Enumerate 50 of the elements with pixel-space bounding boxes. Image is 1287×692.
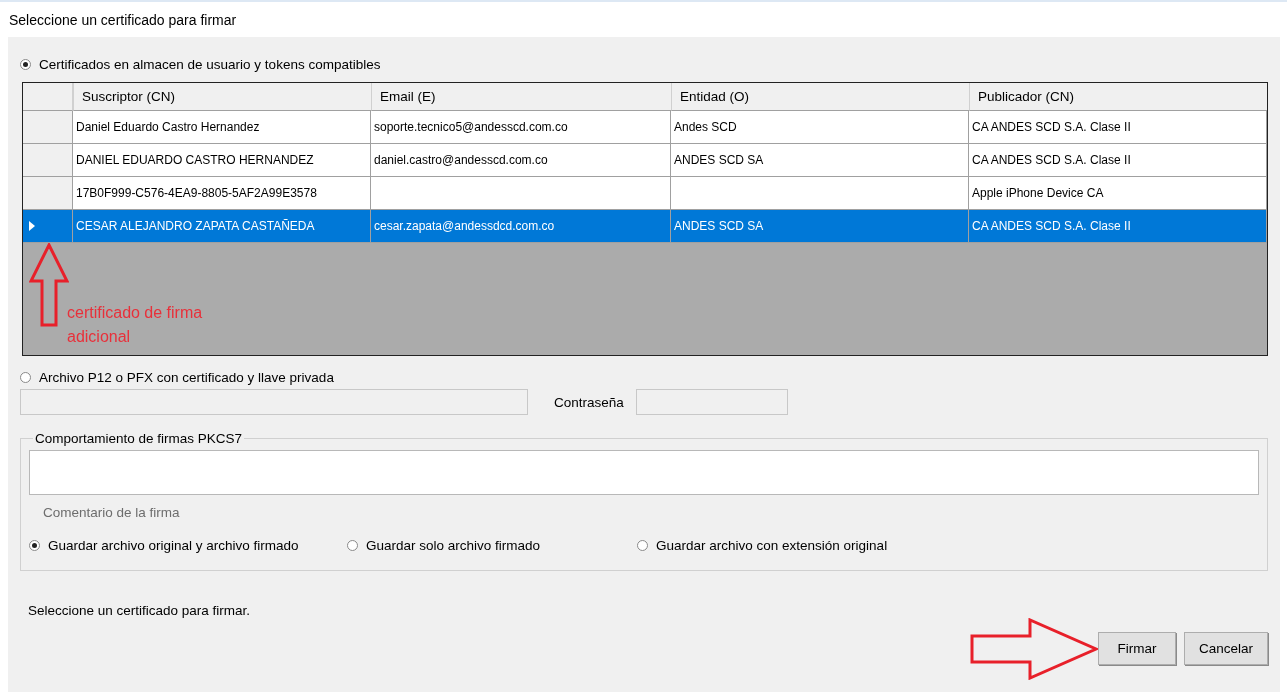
column-header[interactable]: Entidad (O)	[671, 83, 969, 111]
row-header[interactable]	[23, 111, 73, 144]
group-title: Comportamiento de firmas PKCS7	[34, 431, 244, 446]
table-cell: CA ANDES SCD S.A. Clase II	[969, 111, 1267, 144]
table-cell: soporte.tecnico5@andesscd.com.co	[371, 111, 671, 144]
store-radio[interactable]: Certificados en almacen de usuario y tokens compatibles	[20, 57, 1268, 72]
save-option-radio[interactable]: Guardar solo archivo firmado	[347, 538, 637, 553]
radio-icon[interactable]	[637, 540, 648, 551]
row-header[interactable]	[23, 210, 73, 243]
radio-icon[interactable]	[347, 540, 358, 551]
certificate-row[interactable]: CESAR ALEJANDRO ZAPATA CASTAÑEDA cesar.zapata@andessdcd.com.co ANDES SCD SA CA ANDES SCD S.A. Clase II	[23, 210, 1267, 243]
table-cell: daniel.castro@andesscd.com.co	[371, 144, 671, 177]
table-cell: Andes SCD	[671, 111, 969, 144]
annotation-text: certificado de firma adicional	[67, 303, 204, 347]
table-cell: Daniel Eduardo Castro Hernandez	[73, 111, 371, 144]
radio-icon[interactable]	[29, 540, 40, 551]
row-header[interactable]	[23, 177, 73, 210]
table-cell: CA ANDES SCD S.A. Clase II	[969, 144, 1267, 177]
column-header[interactable]: Suscriptor (CN)	[73, 83, 371, 111]
row-pointer-icon	[29, 221, 35, 231]
table-cell: ANDES SCD SA	[671, 210, 969, 243]
status-message: Seleccione un certificado para firmar.	[28, 603, 252, 618]
grid-corner	[23, 83, 73, 111]
certificate-row[interactable]: DANIEL EDUARDO CASTRO HERNANDEZ daniel.castro@andesscd.com.co ANDES SCD SA CA ANDES SCD S.A. Clase II	[23, 144, 1267, 177]
save-option-radio[interactable]: Guardar archivo original y archivo firmado	[29, 538, 347, 553]
file-field[interactable]	[20, 389, 528, 415]
window-title: Seleccione un certificado para firmar	[9, 11, 237, 28]
table-cell: Apple iPhone Device CA	[969, 177, 1267, 210]
save-option-radio[interactable]: Guardar archivo con extensión original	[637, 538, 1037, 553]
column-header[interactable]: Email (E)	[371, 83, 671, 111]
row-header[interactable]	[23, 144, 73, 177]
table-cell: cesar.zapata@andessdcd.com.co	[371, 210, 671, 243]
table-cell: 17B0F999-C576-4EA9-8805-5AF2A99E3578	[73, 177, 371, 210]
radio-icon[interactable]	[20, 372, 31, 383]
column-header[interactable]: Publicador (CN)	[969, 83, 1267, 111]
table-cell: DANIEL EDUARDO CASTRO HERNANDEZ	[73, 144, 371, 177]
certificate-row[interactable]: Daniel Eduardo Castro Hernandez soporte.tecnico5@andesscd.com.co Andes SCD CA ANDES SCD S.A. Clase II	[23, 111, 1267, 144]
comment-field[interactable]	[29, 450, 1259, 495]
up-arrow-icon	[29, 243, 69, 327]
comment-label: Comentario de la firma	[43, 505, 181, 520]
file-radio[interactable]: Archivo P12 o PFX con certificado y llave privada	[20, 370, 1268, 385]
password-field[interactable]	[635, 389, 788, 415]
table-cell: CA ANDES SCD S.A. Clase II	[969, 210, 1267, 243]
sign-button[interactable]: Firmar	[1097, 632, 1176, 665]
table-cell: ANDES SCD SA	[671, 144, 969, 177]
table-cell: CESAR ALEJANDRO ZAPATA CASTAÑEDA	[73, 210, 371, 243]
password-label: Contraseña	[554, 394, 624, 410]
radio-icon[interactable]	[20, 59, 31, 70]
cancel-button[interactable]: Cancelar	[1183, 632, 1268, 665]
certificate-row[interactable]: 17B0F999-C576-4EA9-8805-5AF2A99E3578 Apple iPhone Device CA	[23, 177, 1267, 210]
